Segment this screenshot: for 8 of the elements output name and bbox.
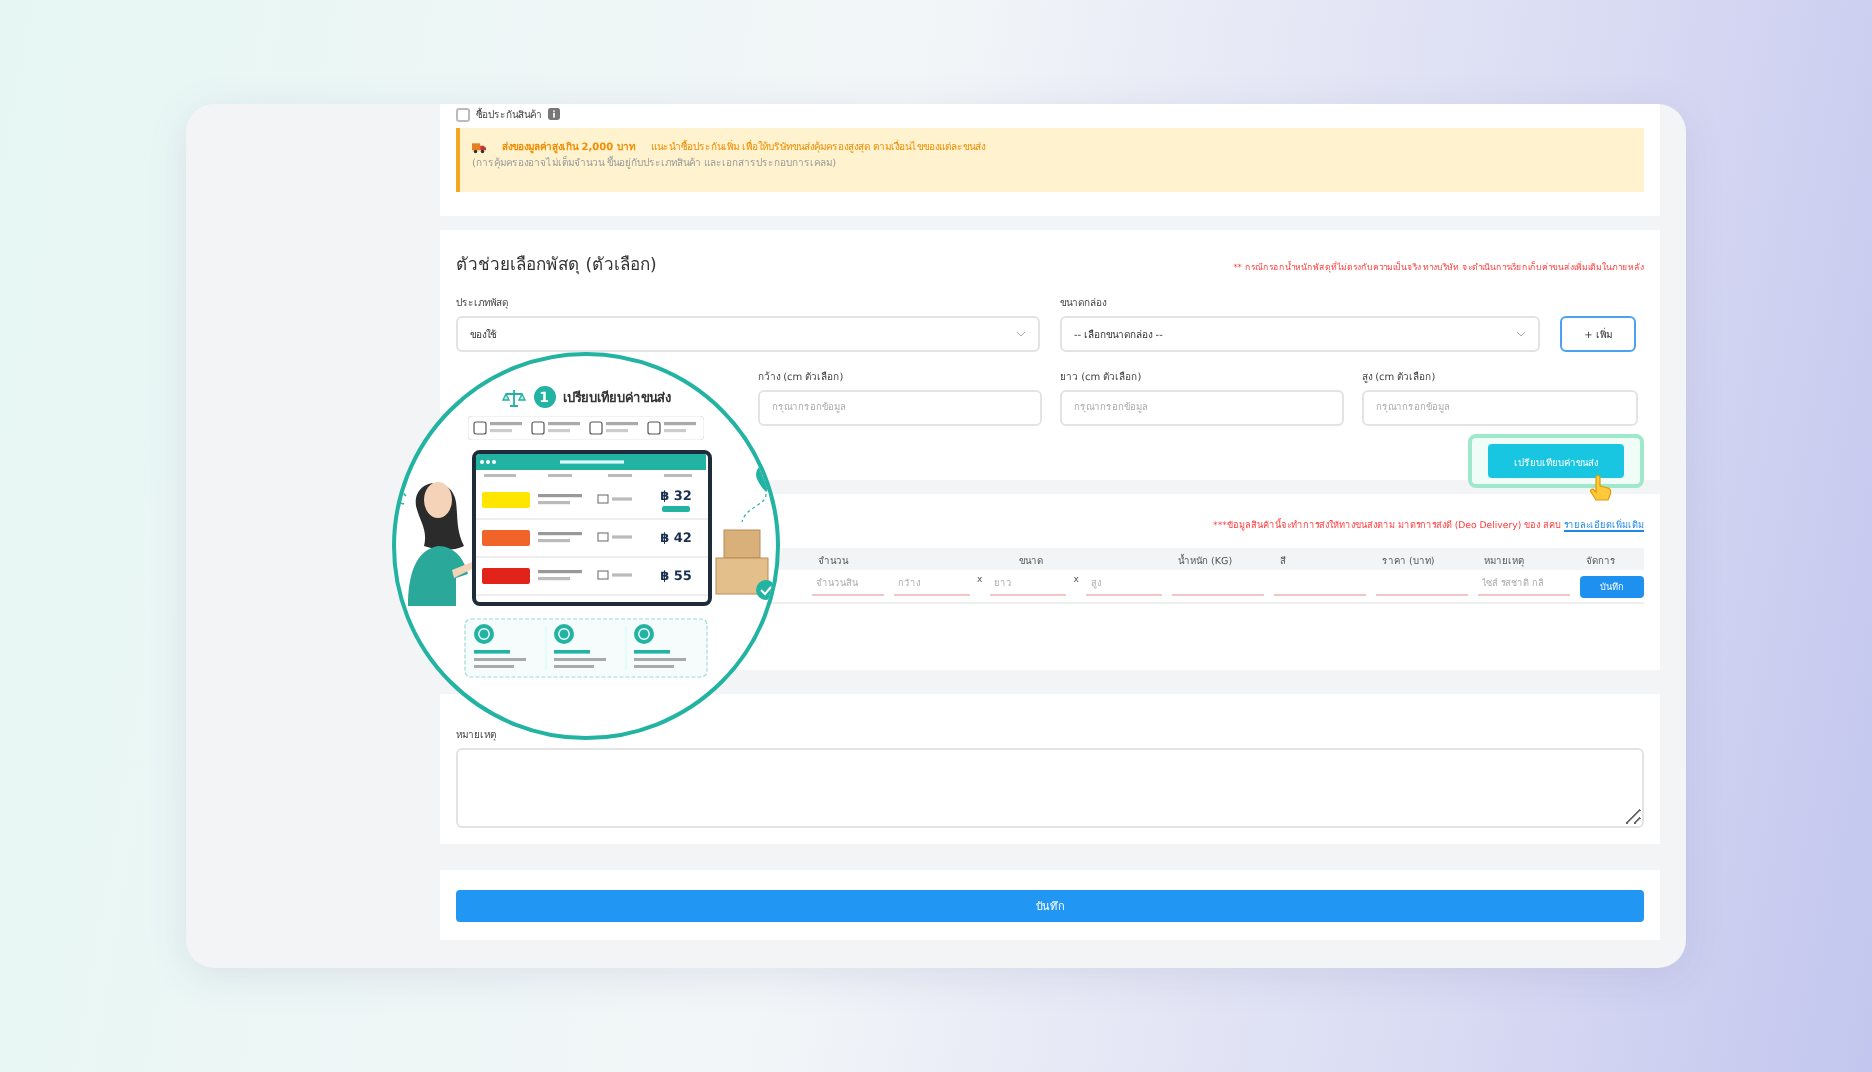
scale-icon [501, 387, 525, 407]
remarks-field[interactable] [456, 748, 1644, 828]
hand-cursor-icon [1588, 474, 1612, 502]
insurance-checkbox[interactable] [456, 107, 470, 121]
chevron-down-icon [1016, 330, 1026, 338]
truck-icon [472, 142, 486, 154]
section-title: ตัวช่วยเลือกพัสดุ (ตัวเลือก) [456, 253, 657, 278]
chevron-down-icon [1516, 330, 1526, 338]
